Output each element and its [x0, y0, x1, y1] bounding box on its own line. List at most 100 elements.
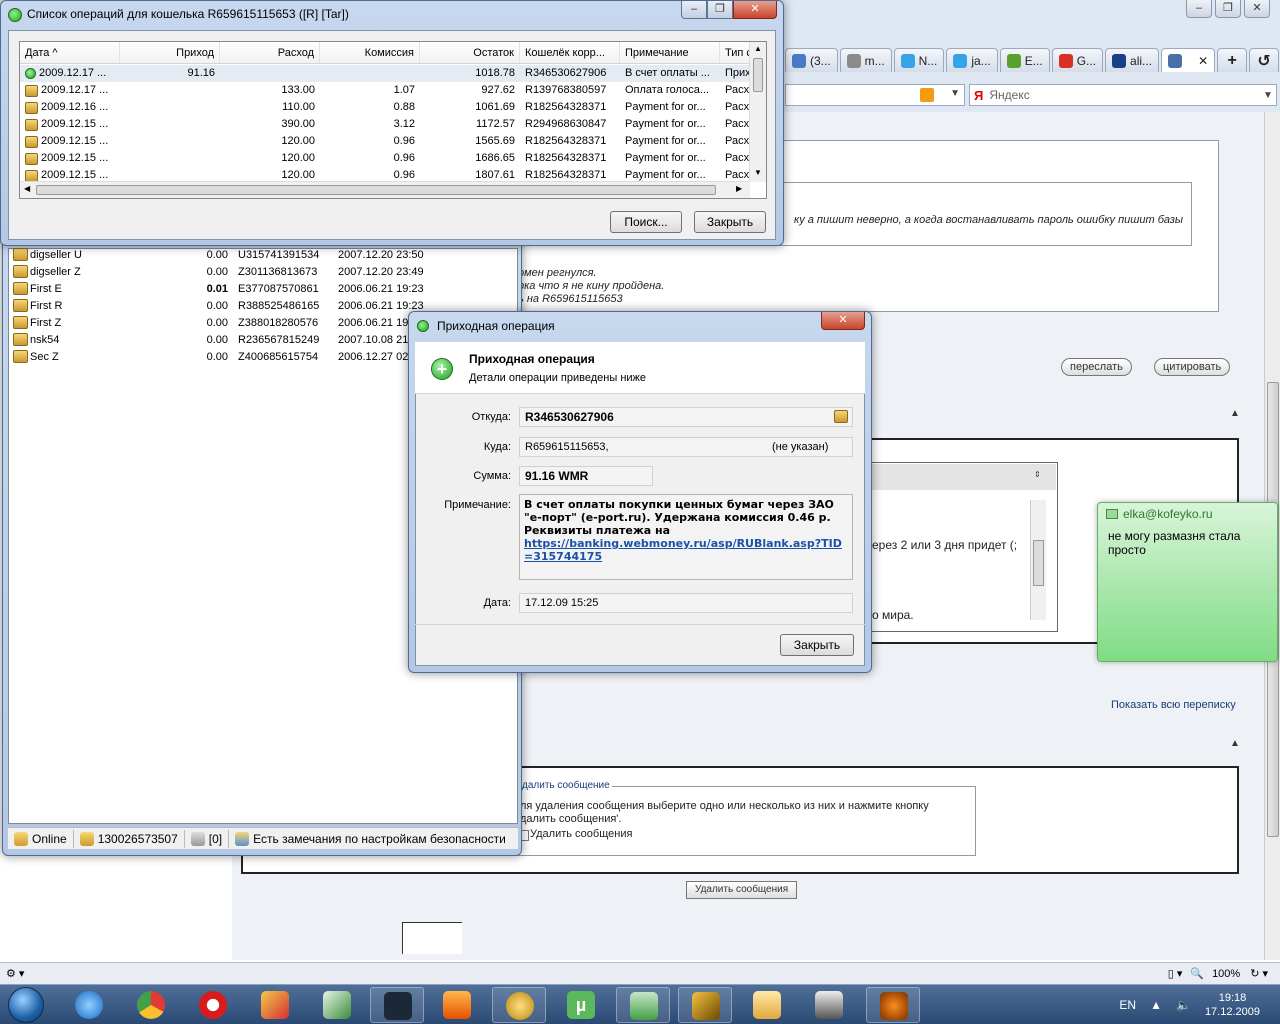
- column-header[interactable]: Примечание: [620, 42, 720, 63]
- quote-button[interactable]: цитировать: [1154, 358, 1231, 376]
- expense-icon: [25, 135, 38, 148]
- address-dropdown-icon[interactable]: ▼: [950, 88, 960, 99]
- payment-link[interactable]: https://banking.webmoney.ru/asp/RUBlank.…: [524, 537, 842, 563]
- operations-minimize-button[interactable]: –: [681, 1, 707, 19]
- taskbar-1c[interactable]: [248, 987, 302, 1023]
- tab-label: (3...: [810, 53, 831, 68]
- taskbar-filezilla[interactable]: [310, 987, 364, 1023]
- undo-close-tab-icon[interactable]: ↺: [1249, 48, 1280, 72]
- column-header[interactable]: Комиссия: [320, 42, 420, 63]
- taskbar-321[interactable]: [802, 987, 856, 1023]
- browser-close-button[interactable]: ✕: [1244, 0, 1270, 18]
- operation-row[interactable]: 2009.12.15 ... 120.00 0.96 1686.65 R18256432…: [20, 150, 750, 167]
- new-tab-button[interactable]: +: [1217, 48, 1248, 72]
- clock[interactable]: 19:18 17.12.2009: [1205, 991, 1260, 1019]
- cell-in: [120, 82, 220, 99]
- collapse-up-icon-2[interactable]: ▲: [1230, 738, 1240, 749]
- rss-icon[interactable]: [920, 88, 934, 102]
- wallet-row[interactable]: digseller Z 0.00 Z301136813673 2007.12.20 2…: [13, 263, 513, 280]
- operations-horizontal-scrollbar[interactable]: ◀ ▶: [20, 181, 750, 198]
- taskbar-winamp[interactable]: [678, 987, 732, 1023]
- zoom-icon[interactable]: 🔍: [1190, 967, 1204, 980]
- taskbar-chrome[interactable]: [124, 987, 178, 1023]
- scroll-down-icon[interactable]: ▼: [754, 168, 762, 177]
- column-header[interactable]: Тип с: [720, 42, 750, 63]
- tab-favicon-icon: [1006, 53, 1021, 68]
- browser-tab[interactable]: m...: [839, 48, 892, 72]
- browser-tab[interactable]: E...: [999, 48, 1050, 72]
- cell-out: [220, 65, 320, 82]
- address-bar[interactable]: ▼: [785, 84, 965, 106]
- taskbar-messenger[interactable]: [616, 987, 670, 1023]
- column-header[interactable]: Приход: [120, 42, 220, 63]
- online-status[interactable]: Online: [8, 829, 74, 848]
- tab-close-icon[interactable]: ✕: [1198, 54, 1208, 68]
- scroll-right-icon[interactable]: ▶: [736, 184, 742, 193]
- operations-close-dialog-button[interactable]: Закрыть: [694, 211, 766, 233]
- taskbar-explorer[interactable]: [740, 987, 794, 1023]
- operation-date: 2009.12.17 ...: [39, 67, 107, 79]
- browser-tab[interactable]: G...: [1051, 48, 1104, 72]
- operations-window-icon: [8, 8, 22, 22]
- show-all-link[interactable]: Показать всю переписку: [1111, 699, 1236, 711]
- status-view-icon[interactable]: ▯ ▾: [1168, 967, 1183, 980]
- security-status[interactable]: Есть замечания по настройкам безопасност…: [229, 830, 512, 848]
- chat-history-scrollbar[interactable]: [1030, 500, 1046, 620]
- tray-expand-icon[interactable]: ▲: [1150, 998, 1162, 1012]
- scroll-left-icon[interactable]: ◀: [24, 184, 30, 193]
- operation-row[interactable]: 2009.12.15 ... 120.00 0.96 1565.69 R18256432…: [20, 133, 750, 150]
- status-gear-icon[interactable]: ⚙ ▾: [6, 967, 24, 980]
- taskbar-keeper[interactable]: [492, 987, 546, 1023]
- column-header[interactable]: Остаток: [420, 42, 520, 63]
- wallet-icon: [13, 248, 28, 261]
- taskbar-opera[interactable]: [186, 987, 240, 1023]
- scroll-up-icon[interactable]: ▲: [754, 44, 762, 53]
- browser-minimize-button[interactable]: –: [1186, 0, 1212, 18]
- browser-tab[interactable]: (3...: [785, 48, 838, 72]
- search-input[interactable]: Я Яндекс ▼: [969, 84, 1277, 106]
- taskbar-ie[interactable]: [62, 987, 116, 1023]
- taskbar-halflife[interactable]: [866, 987, 920, 1023]
- search-dropdown-icon[interactable]: ▼: [1260, 90, 1276, 101]
- operations-vertical-scrollbar[interactable]: ▲ ▼: [749, 42, 766, 182]
- forward-button[interactable]: переслать: [1061, 358, 1132, 376]
- operation-row[interactable]: 2009.12.17 ... 133.00 1.07 927.62 R139768380…: [20, 82, 750, 99]
- column-header[interactable]: Дата ^: [20, 42, 120, 63]
- sum-label: Сумма:: [473, 470, 511, 482]
- column-header[interactable]: Расход: [220, 42, 320, 63]
- collapse-up-icon[interactable]: ▲: [1230, 408, 1240, 419]
- chat-sender[interactable]: elka@kofeyko.ru: [1123, 507, 1213, 521]
- start-button[interactable]: [2, 986, 54, 1024]
- browser-tab[interactable]: N...: [893, 48, 945, 72]
- browser-tab[interactable]: ✕: [1161, 48, 1216, 72]
- column-header[interactable]: Кошелёк корр...: [520, 42, 620, 63]
- browser-maximize-button[interactable]: ❐: [1215, 0, 1241, 18]
- operation-row[interactable]: 2009.12.16 ... 110.00 0.88 1061.69 R18256432…: [20, 99, 750, 116]
- operations-close-button[interactable]: ✕: [733, 1, 777, 19]
- zoom-level[interactable]: 100%: [1212, 968, 1240, 980]
- wmid-status[interactable]: 130026573507: [74, 829, 185, 848]
- operations-maximize-button[interactable]: ❐: [707, 1, 733, 19]
- wallet-row[interactable]: digseller U 0.00 U315741391534 2007.12.20 2…: [13, 246, 513, 263]
- search-button[interactable]: Поиск...: [610, 211, 682, 233]
- taskbar-utorrent[interactable]: µ: [554, 987, 608, 1023]
- wallet-book-icon[interactable]: [834, 410, 848, 423]
- browser-tab-strip: (3... m... N... ja... E... G... ali... ✕ + ↺: [785, 48, 1280, 74]
- status-refresh-icon[interactable]: ↻ ▾: [1250, 967, 1268, 980]
- delete-messages-button[interactable]: Удалить сообщения: [686, 881, 798, 899]
- cell-balance: 1565.69: [475, 135, 515, 147]
- taskbar-steam[interactable]: [370, 987, 424, 1023]
- language-indicator[interactable]: EN: [1119, 998, 1136, 1012]
- operation-row[interactable]: 2009.12.15 ... 390.00 3.12 1172.57 R29496863…: [20, 116, 750, 133]
- income-dialog-close-icon[interactable]: ✕: [821, 312, 865, 330]
- browser-tab[interactable]: ja...: [946, 48, 998, 72]
- messages-status[interactable]: [0]: [185, 829, 230, 848]
- taskbar-player[interactable]: [430, 987, 484, 1023]
- wallet-row[interactable]: First E 0.01 E377087570861 2006.06.21 19:23: [13, 280, 513, 297]
- browser-tab[interactable]: ali...: [1105, 48, 1160, 72]
- income-close-button[interactable]: Закрыть: [780, 634, 854, 656]
- chat-notification-popup[interactable]: elka@kofeyko.ru не могу размазня стала п…: [1097, 502, 1278, 662]
- operation-row[interactable]: 2009.12.17 ... 91.16 1018.78 R346530627906 В…: [20, 65, 750, 82]
- chat-sort-icon[interactable]: ⇕: [1034, 470, 1041, 479]
- volume-icon[interactable]: 🔈: [1176, 998, 1191, 1012]
